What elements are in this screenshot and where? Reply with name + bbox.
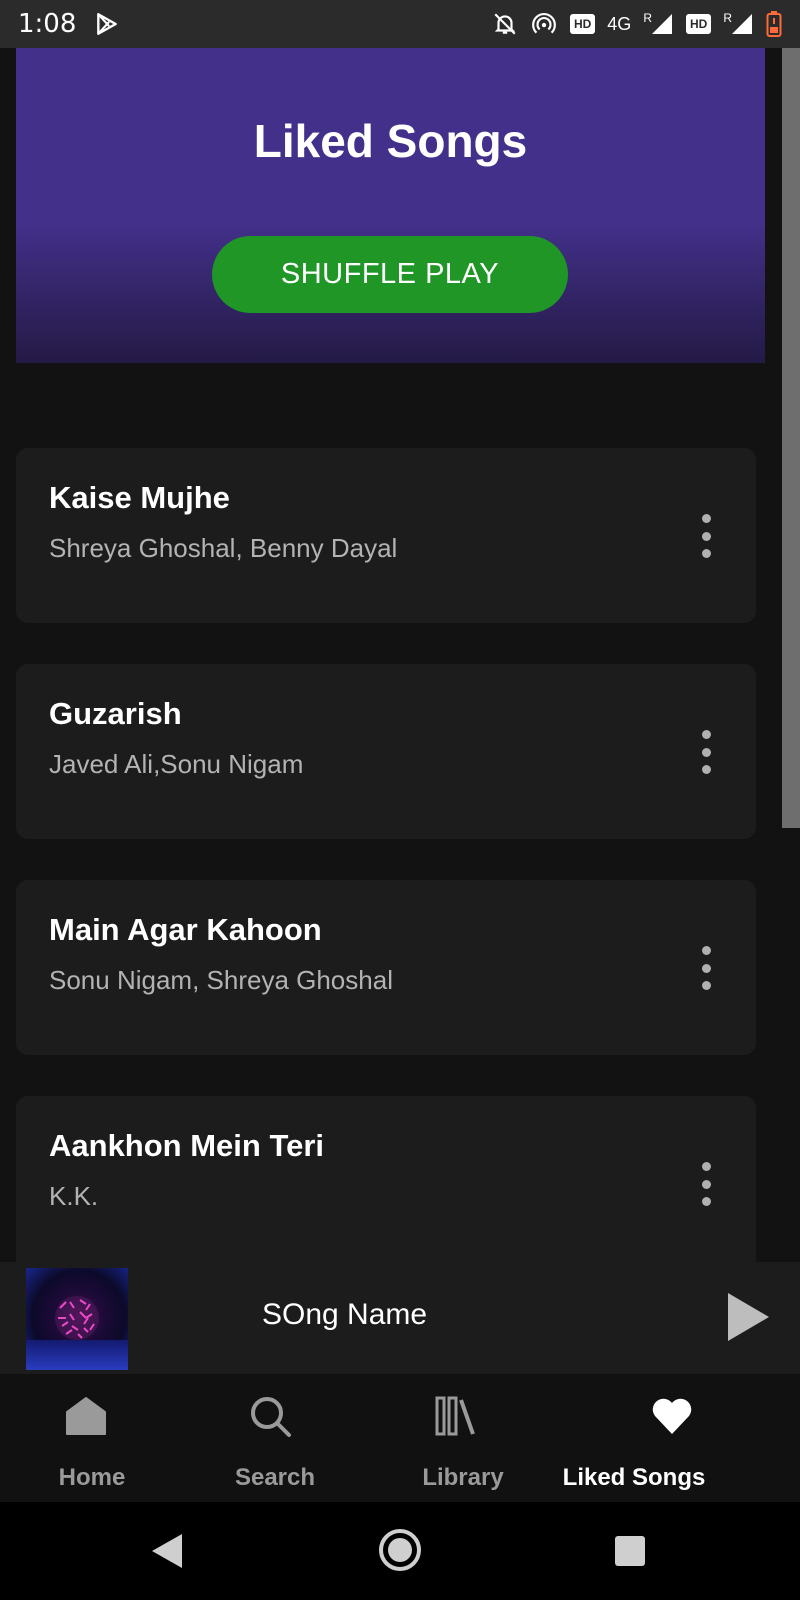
song-artist: Shreya Ghoshal, Benny Dayal <box>49 533 398 563</box>
play-store-icon <box>97 13 118 35</box>
mini-player[interactable]: SOng Name <box>0 1262 800 1374</box>
hotspot-icon <box>532 13 556 34</box>
more-options-icon[interactable] <box>696 946 716 990</box>
back-icon[interactable] <box>150 1532 184 1570</box>
now-playing-song-name: SOng Name <box>262 1298 428 1331</box>
song-title: Main Agar Kahoon <box>49 912 322 947</box>
nav-item-home[interactable]: Home <box>0 1374 200 1502</box>
liked-songs-list[interactable]: Liked Songs SHUFFLE PLAY Kaise Mujhe Shr… <box>0 48 800 1262</box>
song-title: Aankhon Mein Teri <box>49 1128 325 1163</box>
song-card[interactable]: Kaise Mujhe Shreya Ghoshal, Benny Dayal <box>16 448 756 623</box>
status-time: 1:08 <box>18 9 77 39</box>
battery-low-icon <box>766 11 782 37</box>
song-title: Kaise Mujhe <box>49 480 230 515</box>
home-circle-icon[interactable] <box>378 1528 422 1572</box>
nav-item-liked-songs[interactable]: Liked Songs <box>563 1374 800 1502</box>
nav-label: Home <box>58 1464 126 1491</box>
home-icon <box>66 1397 106 1435</box>
more-options-icon[interactable] <box>696 1162 716 1206</box>
song-title: Guzarish <box>49 696 182 731</box>
network-label: 4G <box>607 13 632 34</box>
song-card[interactable]: Guzarish Javed Ali,Sonu Nigam <box>16 664 756 839</box>
recent-apps-icon[interactable] <box>615 1536 645 1566</box>
status-icons: HD 4G R HD R <box>492 10 782 38</box>
nav-label: Library <box>422 1464 504 1491</box>
library-icon <box>435 1396 475 1436</box>
song-artist: Javed Ali,Sonu Nigam <box>49 749 304 779</box>
system-navigation-bar <box>0 1502 800 1600</box>
heart-icon <box>652 1398 692 1434</box>
hd-badge: HD <box>569 14 596 34</box>
shuffle-play-button[interactable]: SHUFFLE PLAY <box>212 236 568 313</box>
scrollbar[interactable] <box>782 48 800 828</box>
liked-songs-header: Liked Songs SHUFFLE PLAY <box>16 48 765 363</box>
song-card[interactable]: Main Agar Kahoon Sonu Nigam, Shreya Ghos… <box>16 880 756 1055</box>
play-icon[interactable] <box>724 1290 772 1344</box>
nav-label: Liked Songs <box>562 1464 706 1491</box>
signal-icon <box>651 14 672 34</box>
bottom-navigation: Home Search Library Liked Songs <box>0 1374 800 1502</box>
search-icon <box>251 1397 291 1437</box>
more-options-icon[interactable] <box>696 730 716 774</box>
mute-bell-icon <box>494 13 516 35</box>
album-art-bottom <box>26 1340 128 1370</box>
album-art <box>26 1268 128 1370</box>
more-options-icon[interactable] <box>696 514 716 558</box>
page-title: Liked Songs <box>253 115 528 167</box>
song-card[interactable]: Aankhon Mein Teri K.K. <box>16 1096 756 1262</box>
song-artist: K.K. <box>49 1181 99 1211</box>
song-artist: Sonu Nigam, Shreya Ghoshal <box>49 965 393 995</box>
status-bar: 1:08 HD 4G R HD R <box>0 0 800 48</box>
nav-label: Search <box>234 1464 316 1491</box>
signal-icon-2 <box>732 14 752 34</box>
hd-badge-2: HD <box>685 14 712 34</box>
